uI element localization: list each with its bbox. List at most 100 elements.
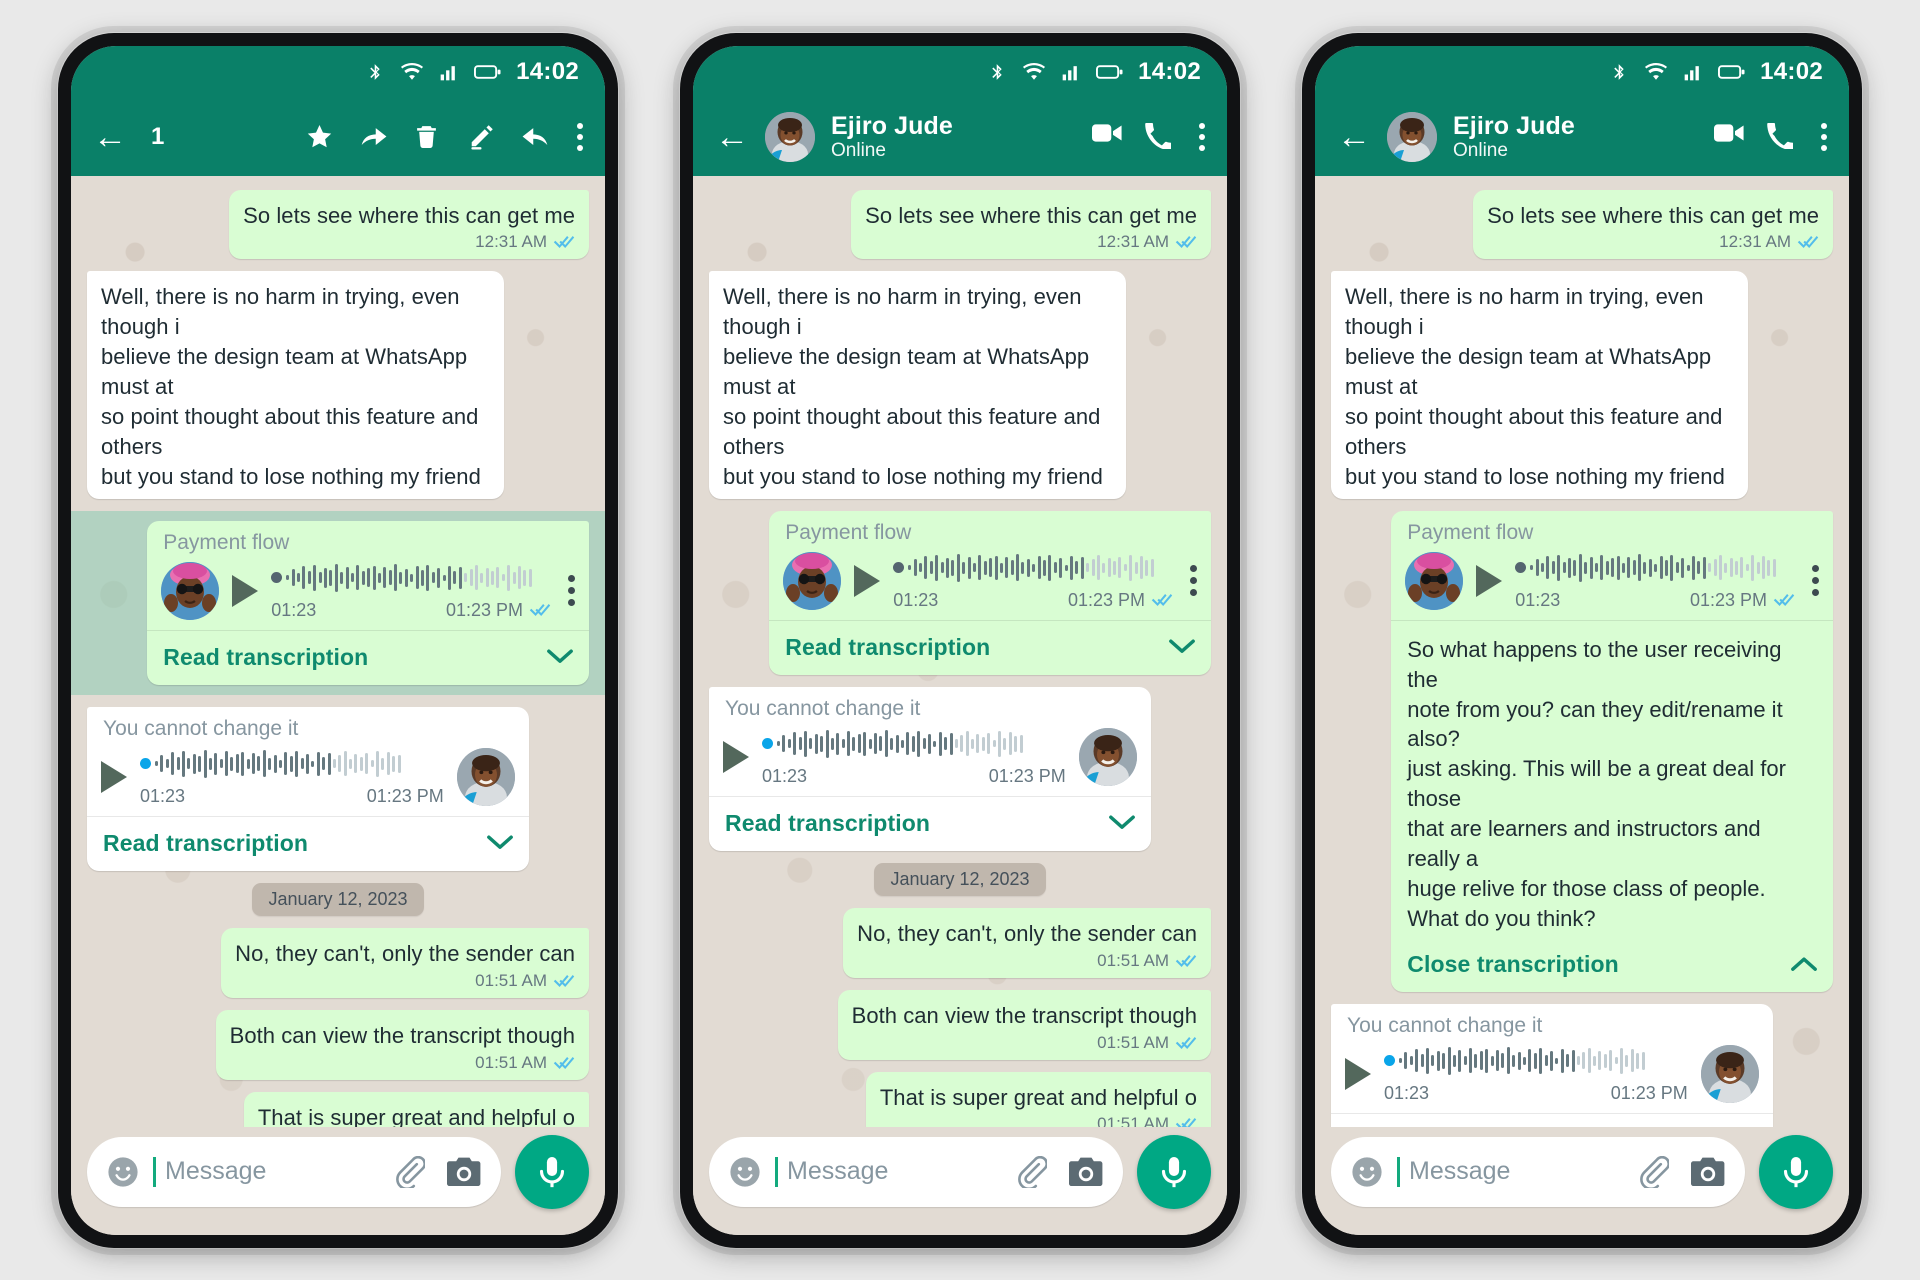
overflow-menu-icon[interactable]: [1820, 122, 1827, 151]
overflow-menu-icon[interactable]: [576, 122, 583, 151]
microphone-button[interactable]: [1137, 1134, 1211, 1209]
voice-overflow-menu-icon[interactable]: [564, 575, 575, 607]
voice-call-icon[interactable]: [1145, 123, 1173, 151]
message-bubble-outgoing[interactable]: Both can view the transcript though 01:5…: [837, 989, 1211, 1060]
voice-overflow-menu-icon[interactable]: [1186, 565, 1197, 597]
play-icon[interactable]: [1345, 1057, 1371, 1090]
video-call-icon[interactable]: [1092, 123, 1120, 151]
voice-overflow-menu-icon[interactable]: [1808, 565, 1819, 597]
voice-call-icon[interactable]: [1767, 123, 1795, 151]
message-input[interactable]: Message: [1331, 1136, 1745, 1207]
overflow-menu-icon[interactable]: [1198, 122, 1205, 151]
play-icon[interactable]: [1476, 564, 1503, 597]
read-transcription-toggle[interactable]: Read transcription: [709, 797, 1151, 851]
microphone-button[interactable]: [1759, 1134, 1833, 1209]
voice-note-card-incoming[interactable]: You cannot change it 01:23 01:23: [709, 686, 1151, 851]
back-icon[interactable]: ←: [1337, 120, 1371, 154]
message-bubble-outgoing[interactable]: Both can view the transcript though 01:5…: [215, 1009, 589, 1080]
message-text: No, they can't, only the sender can: [857, 920, 1197, 946]
waveform-row[interactable]: [271, 561, 551, 595]
message-bubble-outgoing[interactable]: So lets see where this can get me 12:31 …: [851, 189, 1211, 260]
voice-note-card-outgoing-expanded[interactable]: Payment flow 01:23 01:23 PM So what happ…: [1391, 510, 1833, 992]
message-bubble-incoming[interactable]: Well, there is no harm in trying, even t…: [1331, 271, 1748, 499]
message-bubble-incoming[interactable]: Well, there is no harm in trying, even t…: [709, 271, 1126, 499]
read-transcription-toggle[interactable]: Read transcription: [769, 621, 1211, 675]
waveform-row[interactable]: [140, 747, 444, 781]
play-icon[interactable]: [723, 740, 749, 773]
message-bubble-incoming[interactable]: Well, there is no harm in trying, even t…: [87, 271, 504, 499]
message-bubble-outgoing[interactable]: So lets see where this can get me 12:31 …: [1473, 189, 1833, 260]
voice-note-card-outgoing[interactable]: Payment flow 01:23 01:23 PM Read transcr…: [147, 520, 589, 685]
cellular-signal-icon: [1683, 62, 1703, 82]
waveform-row[interactable]: [1384, 1044, 1688, 1078]
play-icon[interactable]: [101, 760, 127, 793]
phone-mockup-stage: 14:02 ← 1 So lets see where this can get…: [0, 0, 1920, 1280]
read-transcription-toggle[interactable]: Read transcription: [147, 631, 589, 685]
message-bubble-outgoing[interactable]: That is super great and helpful o 01:51 …: [865, 1071, 1211, 1127]
microphone-icon: [1157, 1155, 1191, 1189]
reply-icon[interactable]: [522, 123, 549, 150]
waveform-area: 01:23 01:23 PM: [762, 727, 1066, 787]
playhead-dot[interactable]: [1515, 562, 1527, 574]
playhead-dot[interactable]: [893, 562, 905, 574]
read-transcription-label: Read transcription: [785, 633, 991, 660]
message-row: That is super great and helpful o 01:51 …: [87, 1091, 589, 1127]
contact-identity[interactable]: Ejiro Jude Online: [831, 112, 953, 161]
emoji-icon[interactable]: [729, 1156, 761, 1188]
contact-identity[interactable]: Ejiro Jude Online: [1453, 112, 1575, 161]
back-icon[interactable]: ←: [93, 120, 127, 154]
chat-app-bar: ← Ejiro Jude Online: [693, 97, 1227, 176]
status-clock: 14:02: [1138, 57, 1201, 85]
delete-icon[interactable]: [414, 123, 441, 150]
waveform-row[interactable]: [1515, 551, 1795, 585]
avatar[interactable]: [1387, 111, 1437, 162]
chat-thread[interactable]: So lets see where this can get me 12:31 …: [1315, 175, 1849, 1127]
chat-thread[interactable]: So lets see where this can get me 12:31 …: [693, 175, 1227, 1127]
playhead-dot[interactable]: [271, 572, 283, 584]
playhead-dot[interactable]: [1384, 1055, 1395, 1067]
microphone-button[interactable]: [515, 1134, 589, 1209]
read-receipt-icon: [553, 235, 575, 249]
playhead-dot[interactable]: [762, 738, 773, 750]
message-meta: 12:31 AM: [243, 232, 575, 252]
chat-thread[interactable]: So lets see where this can get me 12:31 …: [71, 175, 605, 1127]
attach-clip-icon[interactable]: [1637, 1156, 1669, 1188]
voice-note-title: You cannot change it: [103, 716, 299, 740]
message-bubble-outgoing[interactable]: That is super great and helpful o 01:51 …: [243, 1091, 589, 1127]
voice-note-card-incoming[interactable]: You cannot change it 01:23 01:23: [87, 706, 529, 871]
video-call-icon[interactable]: [1714, 123, 1742, 151]
forward-icon[interactable]: [360, 123, 387, 150]
playhead-dot[interactable]: [140, 758, 151, 770]
message-input[interactable]: Message: [87, 1136, 501, 1207]
star-icon[interactable]: [306, 123, 333, 150]
phone-2: 14:02 ← Ejiro Jude Online So lets see wh…: [673, 25, 1247, 1255]
camera-icon[interactable]: [1069, 1157, 1103, 1187]
back-icon[interactable]: ←: [715, 120, 749, 154]
emoji-icon[interactable]: [107, 1156, 139, 1188]
selection-actions: [306, 122, 583, 151]
selected-message-row[interactable]: Payment flow 01:23 01:23 PM Read transcr…: [71, 510, 605, 695]
waveform-row[interactable]: [762, 727, 1066, 761]
message-input[interactable]: Message: [709, 1136, 1123, 1207]
message-bubble-outgoing[interactable]: So lets see where this can get me 12:31 …: [229, 189, 589, 260]
voice-note-card-outgoing[interactable]: Payment flow 01:23 01:23 PM Read transcr…: [769, 510, 1211, 675]
close-transcription-toggle[interactable]: Close transcription: [1391, 938, 1833, 992]
play-icon[interactable]: [854, 564, 881, 597]
voice-note-card-incoming[interactable]: You cannot change it 01:23 01:23: [1331, 1003, 1773, 1127]
camera-icon[interactable]: [1691, 1157, 1725, 1187]
emoji-icon[interactable]: [1351, 1156, 1383, 1188]
edit-icon[interactable]: [468, 123, 495, 150]
attach-clip-icon[interactable]: [1015, 1156, 1047, 1188]
transcription-text: So what happens to the user receiving th…: [1407, 636, 1786, 931]
avatar[interactable]: [765, 111, 815, 162]
message-bubble-outgoing[interactable]: No, they can't, only the sender can 01:5…: [843, 907, 1211, 978]
selection-app-bar: ← 1: [71, 97, 605, 176]
waveform-row[interactable]: [893, 551, 1173, 585]
camera-icon[interactable]: [447, 1157, 481, 1187]
attach-clip-icon[interactable]: [393, 1156, 425, 1188]
voice-note-title: Payment flow: [163, 530, 290, 554]
read-transcription-toggle[interactable]: Read transcription: [87, 817, 529, 871]
read-transcription-toggle[interactable]: Read transcription: [1331, 1114, 1773, 1127]
play-icon[interactable]: [232, 574, 259, 607]
message-bubble-outgoing[interactable]: No, they can't, only the sender can 01:5…: [221, 927, 589, 998]
